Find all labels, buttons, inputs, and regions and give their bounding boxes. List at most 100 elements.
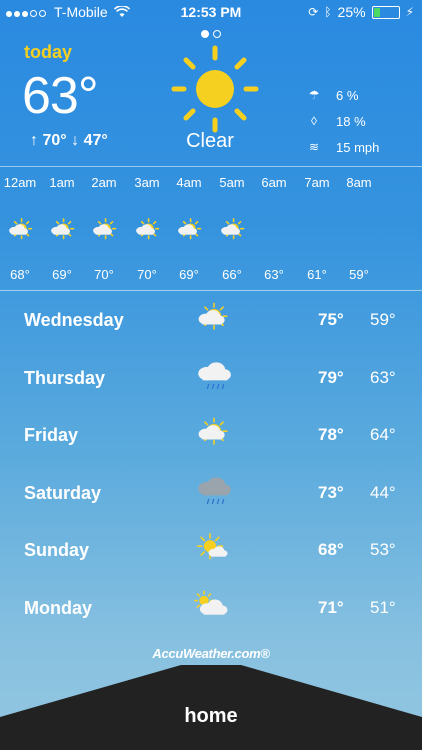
hour-time: 4am (176, 175, 202, 190)
hourly-item: 5am 66° (211, 175, 253, 282)
day-name: Monday (24, 597, 93, 618)
day-low: 63° (370, 367, 396, 387)
day-high: 73° (318, 482, 344, 502)
battery-percent: 25% (337, 4, 366, 20)
mostly-cloudy-icon (192, 588, 232, 624)
today-high-low: ↑ 70° ↓ 47° (30, 132, 108, 150)
hourly-forecast[interactable]: 12am 68° 1am 69° 2am 70° 3am 70° 4am 69° 5am … (0, 175, 422, 285)
status-bar: T-Mobile 12:53 PM ⟳ ᛒ 25% ⚡ (0, 0, 422, 24)
current-condition: Clear (186, 130, 234, 152)
today-label: today (24, 42, 73, 62)
partly-sunny-icon (126, 217, 168, 243)
page-dot[interactable] (213, 30, 221, 38)
rain-cloud-icon (192, 358, 232, 394)
divider-top (0, 166, 422, 167)
partly-sunny-icon (168, 217, 210, 243)
sun-icon (171, 45, 259, 133)
hour-time: 1am (49, 175, 75, 190)
hour-temp: 66° (222, 267, 242, 282)
up-arrow-icon: ↑ (30, 132, 38, 149)
day-low: 44° (370, 482, 396, 502)
daily-row[interactable]: Monday 71° 51° (0, 588, 422, 628)
hour-time: 12am (3, 175, 37, 190)
day-name: Wednesday (24, 310, 124, 330)
hourly-item: 12am 68° (0, 175, 41, 282)
daily-row[interactable]: Saturday 73° 44° (0, 473, 422, 513)
precip-value: 6 % (336, 87, 359, 103)
hourly-item: 1am 69° (41, 175, 83, 282)
hour-time: 2am (91, 175, 117, 190)
sun-cloud-icon (192, 530, 232, 566)
hour-time: 3am (134, 175, 160, 190)
wind-stat: ≋ 15 mph (304, 134, 379, 160)
dark-rain-cloud-icon (192, 473, 232, 509)
hour-temp: 59° (349, 267, 369, 282)
page-indicator[interactable] (0, 25, 422, 43)
hourly-item: 8am 59° (338, 175, 380, 282)
hourly-item: 3am 70° (126, 175, 168, 282)
today-low: 47° (83, 132, 108, 149)
page-dot[interactable] (201, 30, 209, 38)
day-name: Friday (24, 425, 79, 445)
bluetooth-icon: ᛒ (324, 5, 332, 19)
hour-temp: 70° (137, 267, 157, 282)
wind-icon: ≋ (308, 140, 320, 154)
droplet-icon: ◊ (311, 114, 317, 128)
daily-row[interactable]: Sunday 68° 53° (0, 530, 422, 570)
partly-sunny-icon (41, 217, 83, 243)
daily-row[interactable]: Thursday 79° 63° (0, 358, 422, 398)
day-high: 79° (318, 367, 344, 387)
hour-time: 8am (346, 175, 372, 190)
home-tab[interactable]: home (0, 665, 422, 750)
charging-icon: ⚡ (405, 5, 414, 19)
day-name: Thursday (24, 367, 106, 388)
battery-level (373, 7, 380, 17)
status-right: ⟳ ᛒ 25% ⚡ (308, 4, 414, 20)
battery-icon (371, 5, 400, 19)
daily-row[interactable]: Wednesday 75° 59° (0, 300, 422, 340)
hour-temp: 69° (52, 267, 72, 282)
day-high: 75° (318, 310, 344, 329)
hour-temp: 61° (307, 267, 327, 282)
partly-sunny-icon (0, 217, 41, 243)
current-stats: ☂ 6 % ◊ 18 % ≋ 15 mph (304, 82, 380, 160)
brand-logo: AccuWeather.com® (152, 646, 270, 661)
daily-row[interactable]: Friday 78° 64° (0, 415, 422, 455)
humidity-value: 18 % (336, 113, 366, 129)
partly-sunny-icon (83, 217, 125, 243)
hourly-item: 7am 61° (296, 175, 338, 282)
hour-time: 6am (261, 175, 287, 190)
wind-value: 15 mph (336, 139, 380, 155)
today-high: 70° (42, 132, 67, 149)
hour-temp: 70° (94, 267, 114, 282)
day-name: Sunday (24, 540, 90, 560)
day-low: 51° (370, 597, 396, 617)
hourly-item: 4am 69° (168, 175, 210, 282)
precip-stat: ☂ 6 % (304, 82, 379, 108)
umbrella-icon: ☂ (308, 88, 320, 102)
moon-icon (338, 217, 380, 243)
hour-temp: 68° (10, 267, 30, 282)
hour-time: 7am (304, 175, 330, 190)
hour-temp: 63° (264, 267, 284, 282)
day-name: Saturday (24, 482, 102, 503)
partly-sunny-icon (192, 300, 232, 336)
partly-sunny-icon (211, 217, 253, 243)
hour-temp: 69° (179, 267, 199, 282)
moon-icon (253, 217, 295, 243)
day-high: 71° (318, 597, 344, 617)
day-high: 78° (318, 425, 344, 444)
current-temperature: 63° (22, 67, 99, 125)
day-low: 64° (370, 425, 396, 444)
day-low: 59° (370, 310, 396, 329)
moon-icon (296, 217, 338, 243)
hourly-item: 2am 70° (83, 175, 125, 282)
day-high: 68° (318, 540, 344, 559)
partly-sunny-icon (192, 415, 232, 451)
day-low: 53° (370, 540, 396, 559)
rotation-lock-icon: ⟳ (308, 5, 319, 19)
hour-time: 5am (219, 175, 245, 190)
divider-bottom (0, 290, 422, 291)
hourly-item: 6am 63° (253, 175, 295, 282)
down-arrow-icon: ↓ (71, 132, 80, 149)
